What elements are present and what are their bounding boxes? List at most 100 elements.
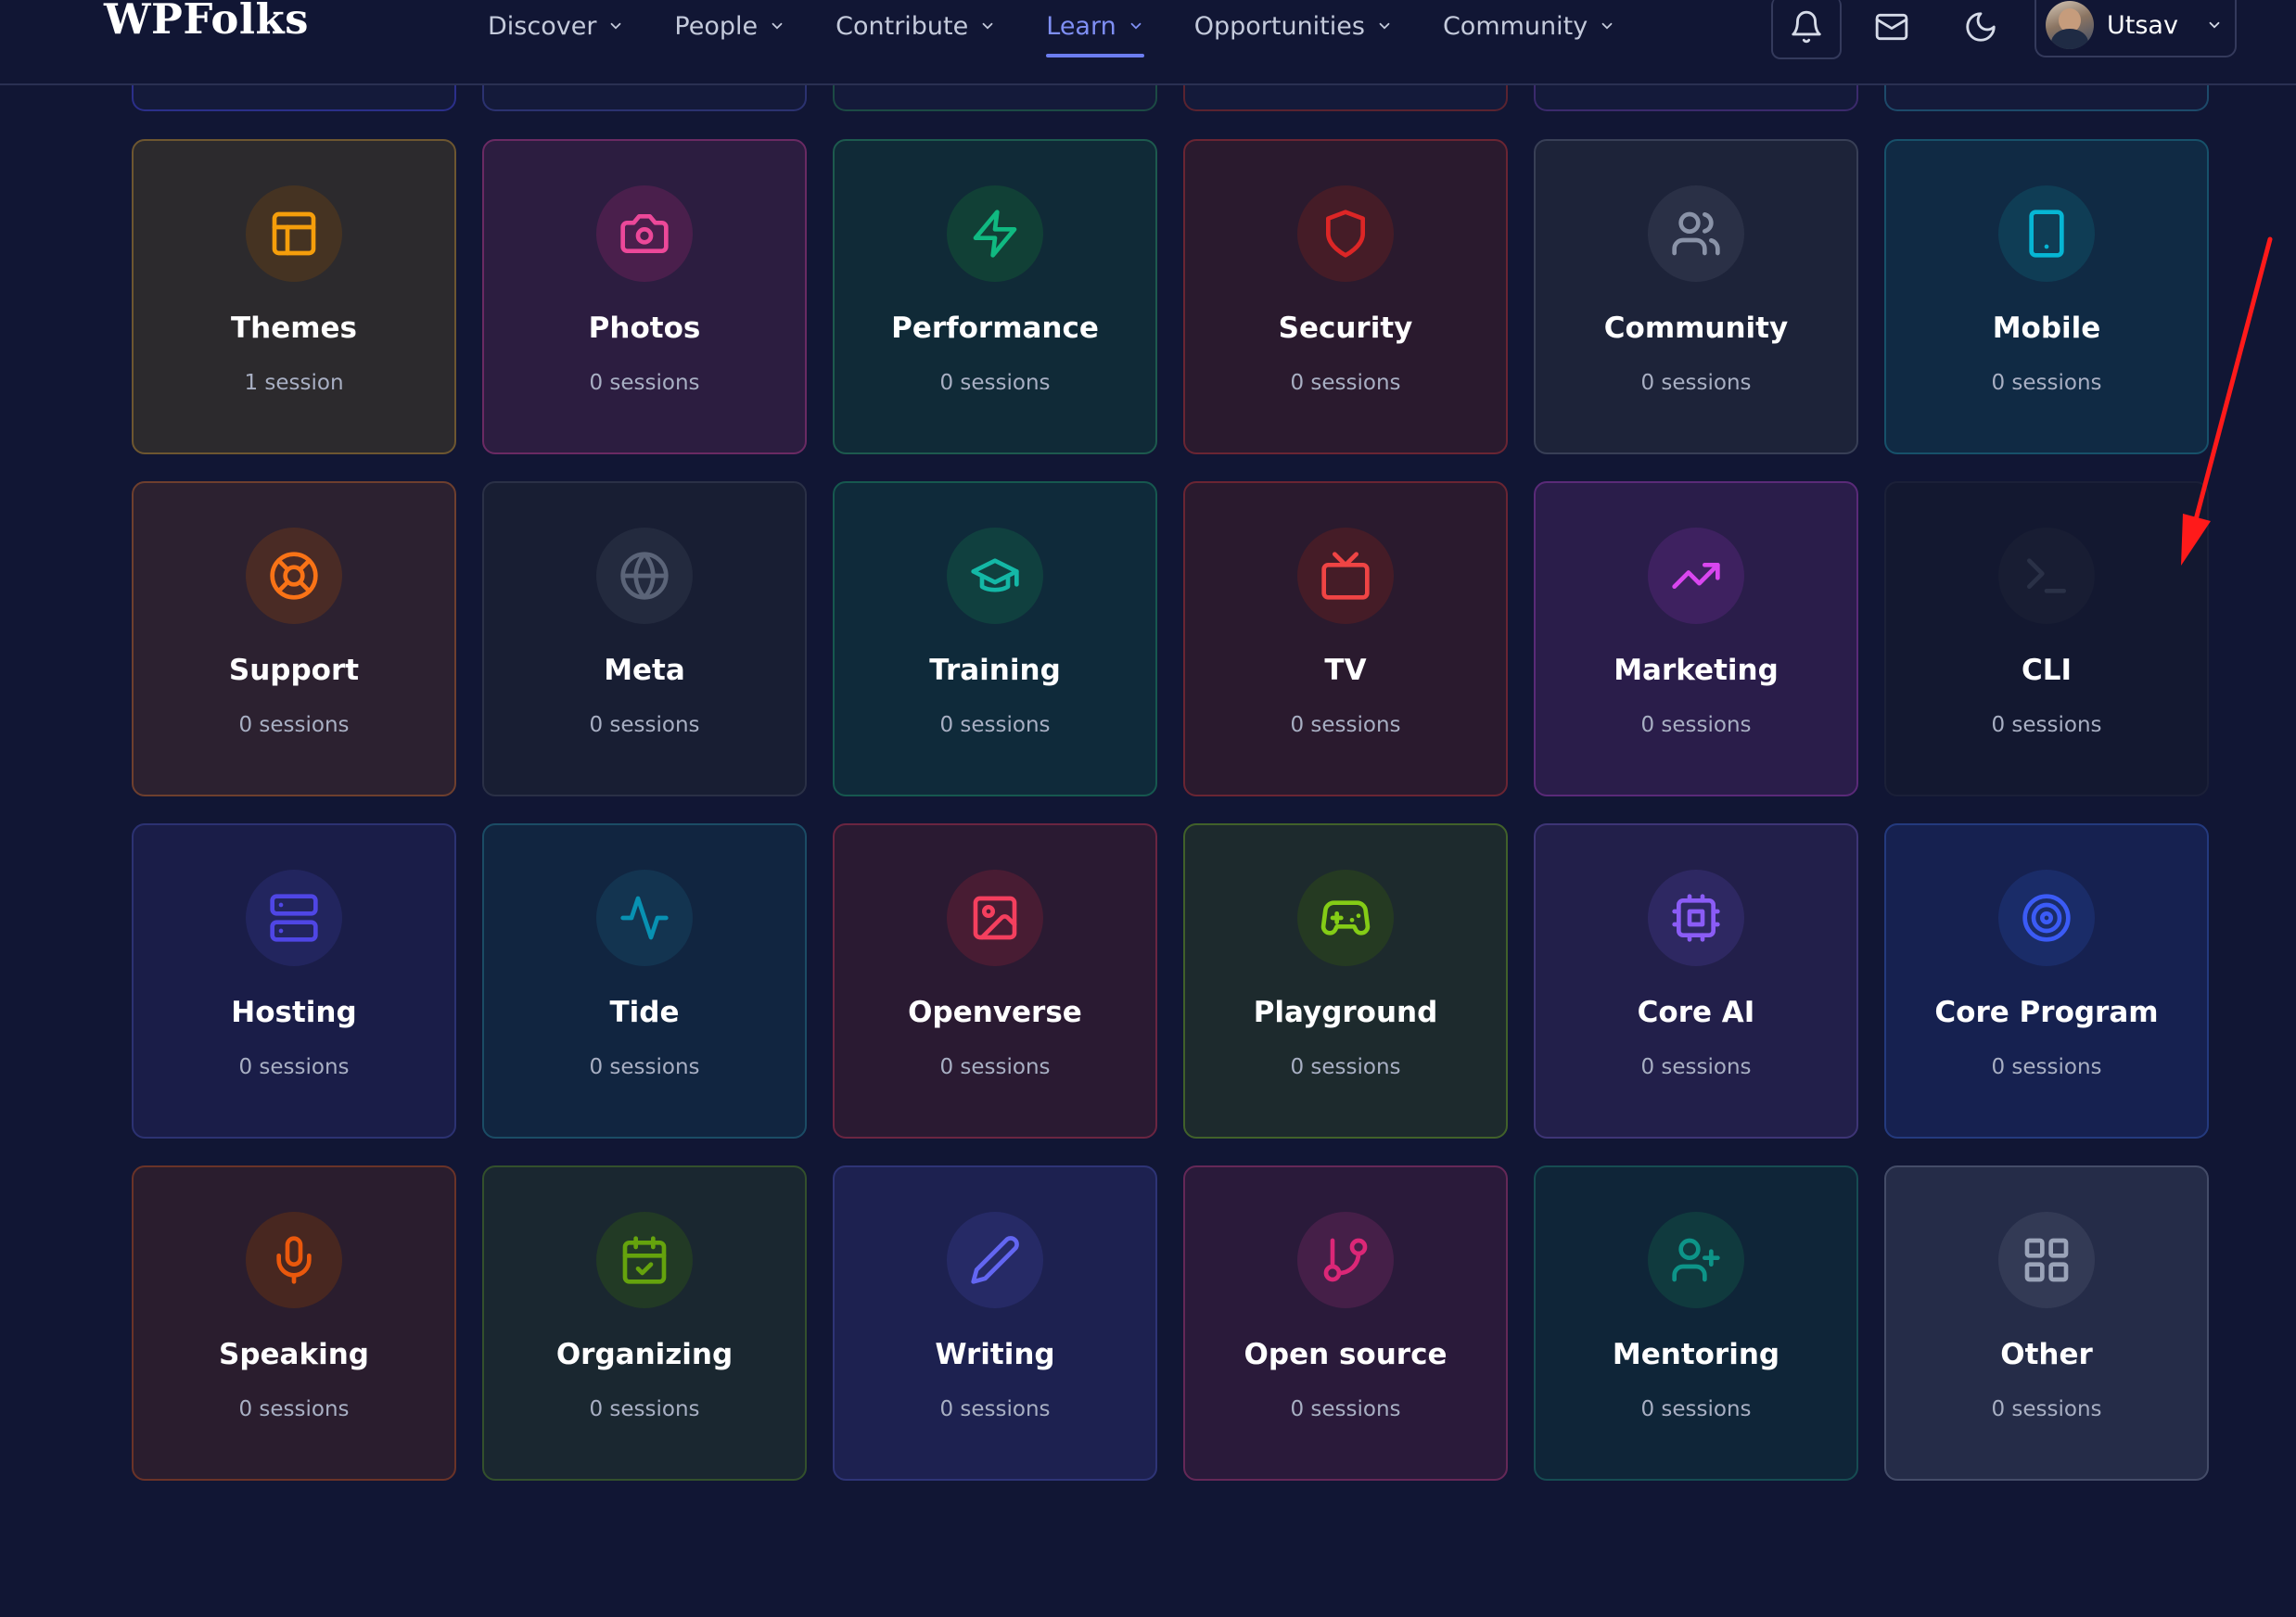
nav-discover[interactable]: Discover: [488, 9, 624, 43]
session-count: 1 session: [244, 371, 344, 395]
category-icon-badge: [1998, 185, 2095, 282]
session-count: 0 sessions: [589, 1397, 700, 1421]
category-card-training[interactable]: Training 0 sessions: [833, 481, 1157, 796]
moon-icon: [1966, 12, 1996, 42]
category-grid: Themes 1 session Photos 0 sessions Performan…: [132, 139, 2209, 1481]
category-card-meta[interactable]: Meta 0 sessions: [482, 481, 807, 796]
session-count: 0 sessions: [1640, 1055, 1752, 1079]
pencil-icon: [971, 1236, 1019, 1284]
category-title: Training: [929, 654, 1061, 687]
mail-icon: [1875, 13, 1908, 41]
category-card-core-program[interactable]: Core Program 0 sessions: [1884, 823, 2209, 1139]
theme-toggle-button[interactable]: [1947, 0, 2014, 57]
category-title: Writing: [935, 1338, 1055, 1371]
category-icon-badge: [1297, 185, 1394, 282]
session-count: 0 sessions: [238, 1397, 350, 1421]
session-count: 0 sessions: [1640, 1397, 1752, 1421]
category-icon-badge: [947, 870, 1043, 966]
chevron-down-icon: [982, 22, 993, 30]
category-title: Photos: [588, 312, 701, 345]
category-card-mentoring[interactable]: Mentoring 0 sessions: [1534, 1165, 1858, 1481]
target-icon: [2022, 894, 2071, 942]
category-icon-badge: [1648, 185, 1744, 282]
category-card-themes[interactable]: Themes 1 session: [132, 139, 456, 454]
category-card-other[interactable]: Other 0 sessions: [1884, 1165, 2209, 1481]
category-card-support[interactable]: Support 0 sessions: [132, 481, 456, 796]
notifications-button[interactable]: [1771, 0, 1842, 59]
category-title: Community: [1603, 312, 1789, 345]
category-title: TV: [1324, 654, 1367, 687]
session-count: 0 sessions: [589, 1055, 700, 1079]
session-count: 0 sessions: [1991, 1055, 2102, 1079]
category-title: Organizing: [555, 1338, 733, 1371]
nav-learn[interactable]: Learn: [1046, 9, 1145, 57]
session-count: 0 sessions: [238, 713, 350, 737]
category-icon-badge: [596, 1212, 693, 1308]
session-count: 0 sessions: [589, 371, 700, 395]
camera-icon: [620, 214, 669, 253]
user-menu-button[interactable]: Utsav: [2035, 0, 2237, 57]
category-card-performance[interactable]: Performance 0 sessions: [833, 139, 1157, 454]
category-title: Marketing: [1614, 654, 1779, 687]
chevron-down-icon: [611, 22, 621, 30]
user-name: Utsav: [2107, 10, 2178, 40]
messages-button[interactable]: [1858, 0, 1925, 57]
category-icon-badge: [1297, 870, 1394, 966]
life-buoy-icon: [270, 552, 318, 600]
category-icon-badge: [246, 1212, 342, 1308]
category-title: Support: [228, 654, 360, 687]
category-title: Hosting: [231, 996, 357, 1029]
category-card-tv[interactable]: TV 0 sessions: [1183, 481, 1508, 796]
zap-icon: [973, 210, 1017, 258]
nav-people[interactable]: People: [674, 9, 785, 43]
category-card-photos[interactable]: Photos 0 sessions: [482, 139, 807, 454]
category-icon-badge: [596, 528, 693, 624]
image-icon: [973, 896, 1017, 940]
nav-label: Learn: [1046, 11, 1116, 41]
category-icon-badge: [1648, 1212, 1744, 1308]
category-card-security[interactable]: Security 0 sessions: [1183, 139, 1508, 454]
nav-contribute[interactable]: Contribute: [835, 9, 996, 43]
category-card-community[interactable]: Community 0 sessions: [1534, 139, 1858, 454]
category-title: Speaking: [219, 1338, 369, 1371]
category-card-tide[interactable]: Tide 0 sessions: [482, 823, 807, 1139]
category-title: CLI: [2021, 654, 2073, 687]
category-icon-badge: [246, 528, 342, 624]
nav-community[interactable]: Community: [1443, 9, 1615, 43]
category-card-speaking[interactable]: Speaking 0 sessions: [132, 1165, 456, 1481]
cpu-icon: [1672, 894, 1720, 942]
chevron-down-icon: [2209, 21, 2220, 29]
category-card-core-ai[interactable]: Core AI 0 sessions: [1534, 823, 1858, 1139]
trending-up-icon: [1672, 563, 1720, 589]
site-logo[interactable]: WPFolks: [104, 0, 309, 44]
category-icon-badge: [947, 1212, 1043, 1308]
category-card-hosting[interactable]: Hosting 0 sessions: [132, 823, 456, 1139]
nav-opportunities[interactable]: Opportunities: [1194, 9, 1393, 43]
nav-label: Opportunities: [1193, 11, 1365, 41]
nav-label: Discover: [488, 11, 597, 41]
category-card-open-source[interactable]: Open source 0 sessions: [1183, 1165, 1508, 1481]
category-title: Core Program: [1934, 996, 2159, 1029]
grid-icon: [2024, 1238, 2069, 1282]
category-card-playground[interactable]: Playground 0 sessions: [1183, 823, 1508, 1139]
nav-label: Community: [1442, 11, 1588, 41]
category-title: Themes: [230, 312, 358, 345]
top-navigation-bar: WPFolks Discover People Contribute Learn…: [0, 0, 2296, 85]
category-card-openverse[interactable]: Openverse 0 sessions: [833, 823, 1157, 1139]
users-icon: [1672, 211, 1720, 256]
nav-label: Contribute: [835, 11, 969, 41]
category-icon-badge: [1998, 528, 2095, 624]
chevron-down-icon: [1130, 22, 1142, 30]
category-icon-badge: [596, 185, 693, 282]
graduation-cap-icon: [971, 558, 1019, 592]
category-card-marketing[interactable]: Marketing 0 sessions: [1534, 481, 1858, 796]
category-card-organizing[interactable]: Organizing 0 sessions: [482, 1165, 807, 1481]
category-card-writing[interactable]: Writing 0 sessions: [833, 1165, 1157, 1481]
activity-icon: [620, 896, 669, 940]
session-count: 0 sessions: [1290, 1055, 1401, 1079]
git-branch-icon: [1323, 1238, 1368, 1282]
category-icon-badge: [1648, 870, 1744, 966]
category-title: Open source: [1244, 1338, 1448, 1371]
session-count: 0 sessions: [1991, 1397, 2102, 1421]
category-title: Security: [1278, 312, 1413, 345]
